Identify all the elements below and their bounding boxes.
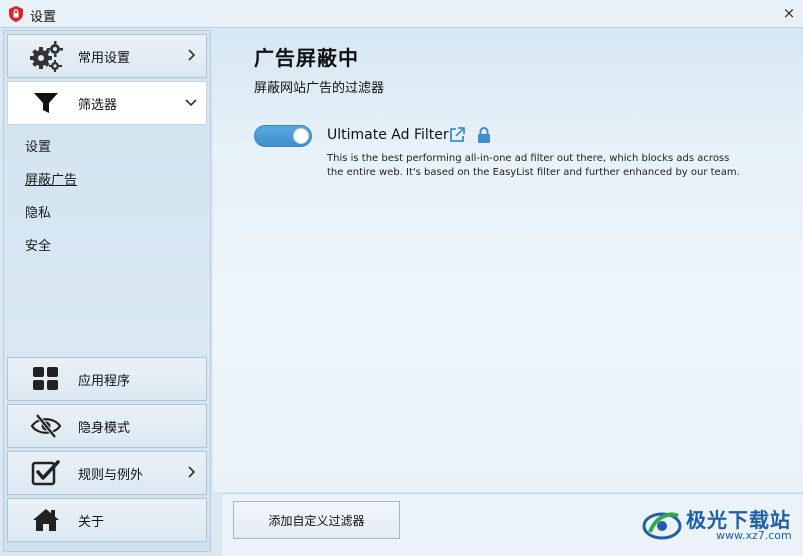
window-title: 设置 <box>30 10 57 25</box>
sub-item-privacy[interactable]: 隐私 <box>25 202 51 221</box>
nav-rules-exceptions[interactable]: 规则与例外 <box>7 451 207 495</box>
add-custom-filter-button[interactable]: 添加自定义过滤器 <box>233 501 400 539</box>
close-button[interactable]: × <box>775 0 803 26</box>
checkbox-icon <box>28 457 64 489</box>
chevron-right-icon <box>188 466 196 478</box>
nav-applications[interactable]: 应用程序 <box>7 357 207 401</box>
main-panel: 广告屏蔽中 屏蔽网站广告的过滤器 Ultimate Ad Filter This… <box>213 30 803 492</box>
filter-name: Ultimate Ad Filter <box>327 127 449 143</box>
external-link-icon[interactable] <box>448 126 466 144</box>
nav-general-settings[interactable]: 常用设置 <box>7 34 207 78</box>
watermark-url: www.xz7.com <box>716 529 792 542</box>
page-subtitle: 屏蔽网站广告的过滤器 <box>254 81 385 96</box>
apps-grid-icon <box>28 363 64 395</box>
page-title: 广告屏蔽中 <box>254 46 359 70</box>
close-icon: × <box>782 4 796 22</box>
lock-icon <box>478 127 490 143</box>
nav-stealth-mode[interactable]: 隐身模式 <box>7 404 207 448</box>
nav-label: 规则与例外 <box>78 467 144 483</box>
chevron-right-icon <box>188 49 196 61</box>
nav-about[interactable]: 关于 <box>7 498 207 542</box>
watermark-logo-icon <box>642 512 682 540</box>
filter-description: This is the best performing all-in-one a… <box>327 153 740 178</box>
title-bar: 设置 × <box>0 0 803 28</box>
sub-item-security[interactable]: 安全 <box>25 235 51 254</box>
funnel-icon <box>28 87 64 119</box>
filter-toggle[interactable] <box>254 125 312 147</box>
nav-label: 隐身模式 <box>78 420 131 436</box>
toggle-knob <box>293 128 309 144</box>
nav-label: 常用设置 <box>78 50 131 66</box>
stealth-eye-icon <box>28 410 64 442</box>
shield-app-icon <box>9 6 23 22</box>
gears-icon <box>28 40 64 72</box>
nav-label: 筛选器 <box>78 97 118 113</box>
sub-item-settings[interactable]: 设置 <box>25 136 51 155</box>
sidebar: 常用设置 筛选器 设置 屏蔽广告 隐私 安全 应用程序 隐身模式 规则与例外 关… <box>3 30 211 552</box>
nav-filters[interactable]: 筛选器 <box>7 81 207 125</box>
nav-label: 应用程序 <box>78 373 131 389</box>
sub-item-ad-blocking[interactable]: 屏蔽广告 <box>25 169 77 188</box>
nav-label: 关于 <box>78 514 105 530</box>
home-icon <box>28 504 64 536</box>
chevron-down-icon <box>185 99 197 107</box>
watermark: 极光下载站 www.xz7.com <box>640 500 800 550</box>
